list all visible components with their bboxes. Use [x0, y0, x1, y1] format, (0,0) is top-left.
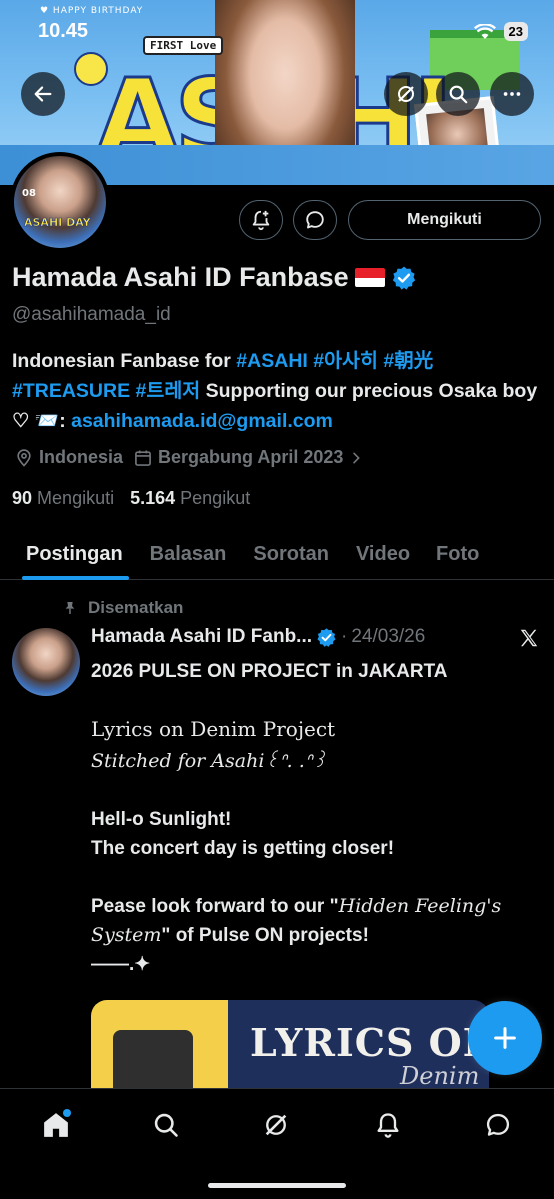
email-link[interactable]: asahihamada.id@gmail.com: [71, 410, 333, 432]
profile-meta: Indonesia Bergabung April 2023: [14, 447, 364, 468]
banner-sticker: FIRST Love: [143, 36, 224, 55]
indonesia-flag-icon: [354, 268, 385, 287]
post-line: Stitched for Asahi꒰ᐢ. .ᐢ꒱: [91, 750, 327, 772]
grok-icon: [398, 86, 414, 102]
notification-dot: [63, 1109, 71, 1117]
display-name: Hamada Asahi ID Fanbase: [12, 262, 349, 292]
post-avatar[interactable]: [12, 628, 80, 696]
handle: @asahihamada_id: [12, 304, 171, 325]
tab-sorotan[interactable]: Sorotan: [253, 528, 329, 580]
display-name-row: Hamada Asahi ID Fanbase: [12, 262, 417, 293]
profile-avatar[interactable]: 08 ASAHI DAY: [10, 152, 110, 252]
post-line: ——.✦: [91, 954, 151, 975]
hashtag-link[interactable]: #아사히: [313, 350, 378, 372]
nav-grok[interactable]: [256, 1105, 296, 1145]
more-icon: [503, 92, 521, 96]
message-icon: [486, 1113, 510, 1136]
nav-notifications[interactable]: [368, 1105, 408, 1145]
hashtag-link[interactable]: #TREASURE: [12, 380, 130, 402]
search-icon: [154, 1113, 178, 1137]
location: Indonesia: [14, 447, 123, 468]
separator: ·: [341, 626, 348, 647]
grok-button[interactable]: [384, 72, 428, 116]
bio-text: Indonesian Fanbase for: [12, 350, 237, 372]
back-button[interactable]: [21, 72, 65, 116]
joined-text: Bergabung April 2023: [158, 447, 344, 467]
post-line: The concert day is getting closer!: [91, 838, 395, 859]
avatar-label: ASAHI DAY: [24, 216, 91, 230]
post-media[interactable]: LYRICS ON Denim: [91, 1000, 489, 1090]
message-icon: [306, 211, 324, 229]
notify-button[interactable]: [239, 200, 283, 240]
media-title: LYRICS ON: [250, 1020, 489, 1065]
nav-messages[interactable]: [478, 1105, 518, 1145]
pinned-label: Disematkan: [88, 598, 184, 617]
tab-video[interactable]: Video: [356, 528, 410, 580]
status-time: 10.45: [38, 20, 89, 42]
status-icons: 23: [473, 22, 528, 41]
tab-postingan[interactable]: Postingan: [22, 528, 129, 580]
follow-counts: 90 Mengikuti 5.164 Pengikut: [12, 488, 250, 509]
nav-search[interactable]: [146, 1105, 186, 1145]
home-indicator: [208, 1183, 346, 1188]
post-line: Lyrics on Denim Project: [91, 717, 336, 741]
tab-balasan[interactable]: Balasan: [150, 528, 227, 580]
bell-icon: [377, 1113, 399, 1138]
calendar-icon: [135, 450, 151, 466]
following-count[interactable]: 90 Mengikuti: [12, 488, 114, 509]
hashtag-link[interactable]: #트레저: [136, 380, 201, 402]
tab-foto[interactable]: Foto: [436, 528, 479, 580]
search-button[interactable]: [436, 72, 480, 116]
banner-small-text: ♥ HAPPY BIRTHDAY: [40, 6, 144, 16]
bio-text: :: [59, 410, 72, 432]
nav-home[interactable]: [36, 1105, 76, 1145]
followers-count[interactable]: 5.164 Pengikut: [130, 488, 250, 509]
arrow-left-icon: [34, 86, 52, 102]
more-button[interactable]: [490, 72, 534, 116]
sun-sticker: [74, 52, 108, 86]
media-image-left: [91, 1000, 228, 1090]
profile-tabs: Postingan Balasan Sorotan Video Foto: [0, 528, 554, 580]
chevron-right-icon: [353, 452, 361, 463]
mail-emoji-icon: 📨: [34, 410, 60, 432]
grok-icon: [265, 1114, 287, 1136]
pinned-indicator: Disematkan: [62, 598, 183, 618]
following-button[interactable]: Mengikuti: [348, 200, 541, 240]
avatar-number: 08: [22, 188, 36, 199]
post-text[interactable]: 2026 PULSE ON PROJECT in JAKARTA Lyrics …: [91, 657, 541, 979]
plus-icon: [494, 1027, 516, 1049]
compose-button[interactable]: [468, 1001, 542, 1075]
location-pin-icon: [17, 448, 31, 467]
media-subtitle: Denim: [400, 1062, 480, 1090]
post-date[interactable]: 24/03/26: [351, 626, 425, 648]
post-line: Hell-o Sunlight!: [91, 809, 232, 830]
message-button[interactable]: [293, 200, 337, 240]
joined-date[interactable]: Bergabung April 2023: [133, 447, 364, 468]
pin-icon: [65, 602, 75, 614]
hashtag-link[interactable]: #ASAHI: [236, 350, 308, 372]
post-line: 2026 PULSE ON PROJECT in JAKARTA: [91, 661, 448, 682]
media-image-right: LYRICS ON Denim: [228, 1000, 489, 1090]
verified-badge-icon: [317, 627, 336, 647]
verified-badge-icon[interactable]: [391, 265, 417, 291]
search-icon: [449, 85, 468, 104]
active-tab-indicator: [22, 576, 129, 580]
post-header: Hamada Asahi ID Fanb... · 24/03/26: [91, 626, 425, 648]
post-author[interactable]: Hamada Asahi ID Fanb...: [91, 626, 312, 648]
battery-indicator: 23: [503, 22, 528, 41]
wifi-icon: [473, 23, 496, 40]
location-text: Indonesia: [39, 447, 124, 467]
post-line: Pease look forward to our "Hidden Feelin…: [91, 895, 502, 946]
bell-plus-icon: [252, 210, 270, 231]
hashtag-link[interactable]: #朝光: [383, 350, 433, 372]
bio: Indonesian Fanbase for #ASAHI #아사히 #朝光 #…: [12, 346, 542, 436]
x-logo-icon: [518, 627, 540, 654]
